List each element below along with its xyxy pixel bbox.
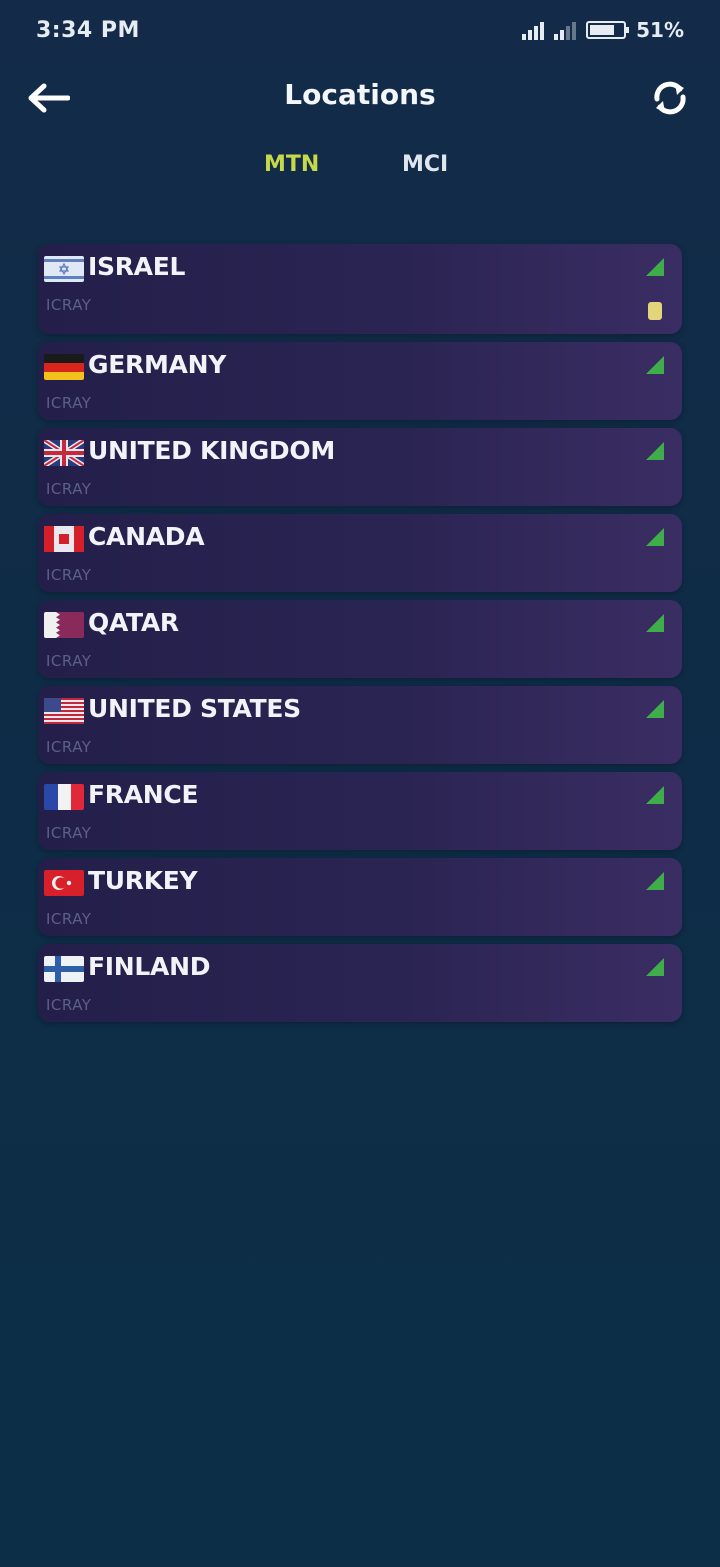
tab-mtn[interactable]: MTN	[264, 152, 319, 177]
tab-mci[interactable]: MCI	[402, 152, 448, 177]
battery-icon	[586, 21, 630, 39]
country-name: QATAR	[88, 608, 179, 637]
server-subtitle: ICRAY	[46, 394, 92, 412]
uk-flag-icon	[44, 440, 84, 466]
turkey-flag-icon	[44, 870, 84, 896]
status-time: 3:34 PM	[36, 18, 140, 43]
signal-strength-icon	[646, 614, 664, 632]
signal-strength-icon	[646, 958, 664, 976]
server-subtitle: ICRAY	[46, 566, 92, 584]
refresh-button[interactable]	[644, 72, 696, 124]
country-name: GERMANY	[88, 350, 227, 379]
usa-flag-icon	[44, 698, 84, 724]
server-subtitle: ICRAY	[46, 738, 92, 756]
server-item-france[interactable]: FRANCE ICRAY	[38, 772, 682, 850]
country-name: TURKEY	[88, 866, 198, 895]
server-list: ISRAEL ICRAY GERMANY ICRAY UNITED KINGDO…	[38, 244, 682, 1030]
server-item-united-states[interactable]: UNITED STATES ICRAY	[38, 686, 682, 764]
network-tabs: MTN MCI	[0, 146, 720, 190]
server-item-canada[interactable]: CANADA ICRAY	[38, 514, 682, 592]
country-name: UNITED STATES	[88, 694, 301, 723]
france-flag-icon	[44, 784, 84, 810]
canada-flag-icon	[44, 526, 84, 552]
refresh-icon	[654, 81, 686, 115]
page-title: Locations	[284, 78, 436, 111]
server-subtitle: ICRAY	[46, 824, 92, 842]
signal-strength-icon	[646, 786, 664, 804]
signal-strength-icon	[646, 872, 664, 890]
country-name: CANADA	[88, 522, 205, 551]
server-item-germany[interactable]: GERMANY ICRAY	[38, 342, 682, 420]
germany-flag-icon	[44, 354, 84, 380]
server-subtitle: ICRAY	[46, 480, 92, 498]
battery-percent: 51%	[636, 18, 684, 42]
server-subtitle: ICRAY	[46, 996, 92, 1014]
signal-strength-icon	[646, 442, 664, 460]
status-icons: 51%	[522, 18, 684, 42]
selected-badge-icon	[648, 302, 662, 320]
cellular-signal-icon-2	[554, 20, 577, 40]
signal-strength-icon	[646, 258, 664, 276]
country-name: UNITED KINGDOM	[88, 436, 335, 465]
server-item-turkey[interactable]: TURKEY ICRAY	[38, 858, 682, 936]
cellular-signal-icon	[522, 20, 545, 40]
country-name: FINLAND	[88, 952, 211, 981]
server-subtitle: ICRAY	[46, 296, 92, 314]
signal-strength-icon	[646, 356, 664, 374]
finland-flag-icon	[44, 956, 84, 982]
server-subtitle: ICRAY	[46, 652, 92, 670]
header: Locations	[0, 64, 720, 128]
signal-strength-icon	[646, 700, 664, 718]
country-name: ISRAEL	[88, 252, 186, 281]
qatar-flag-icon	[44, 612, 84, 638]
signal-strength-icon	[646, 528, 664, 546]
server-item-united-kingdom[interactable]: UNITED KINGDOM ICRAY	[38, 428, 682, 506]
country-name: FRANCE	[88, 780, 199, 809]
server-subtitle: ICRAY	[46, 910, 92, 928]
server-item-qatar[interactable]: QATAR ICRAY	[38, 600, 682, 678]
server-item-israel[interactable]: ISRAEL ICRAY	[38, 244, 682, 334]
server-item-finland[interactable]: FINLAND ICRAY	[38, 944, 682, 1022]
israel-flag-icon	[44, 256, 84, 282]
status-bar: 3:34 PM 51%	[0, 0, 720, 64]
